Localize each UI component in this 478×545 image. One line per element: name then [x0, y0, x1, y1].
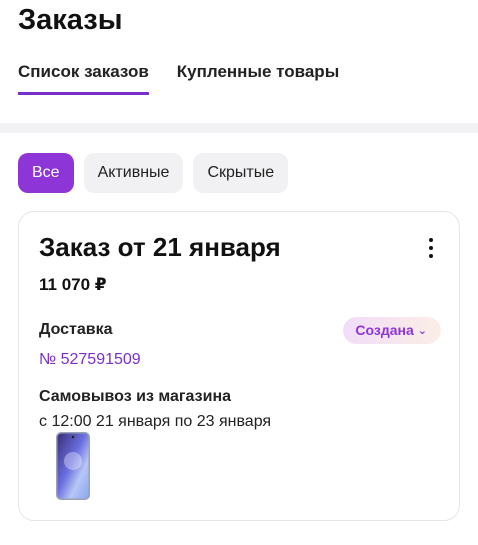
- filter-chip-hidden[interactable]: Скрытые: [193, 153, 289, 193]
- status-badge[interactable]: Создана ⌄: [343, 317, 441, 344]
- more-options-icon[interactable]: [425, 238, 437, 260]
- chevron-down-icon: ⌄: [417, 325, 427, 337]
- order-number-link[interactable]: № 527591509: [39, 351, 141, 369]
- page-title: Заказы: [18, 4, 123, 36]
- smartphone-icon[interactable]: [55, 431, 91, 501]
- tab-order-list[interactable]: Список заказов: [18, 62, 149, 95]
- tabs: Список заказов Купленные товары: [18, 62, 339, 95]
- content-area: Все Активные Скрытые Заказ от 21 января …: [0, 123, 478, 545]
- pickup-label: Самовывоз из магазина: [39, 388, 231, 405]
- pickup-time: с 12:00 21 января по 23 января: [39, 413, 272, 430]
- filter-chips: Все Активные Скрытые: [18, 153, 298, 193]
- orders-panel: Все Активные Скрытые Заказ от 21 января …: [0, 133, 478, 545]
- delivery-label: Доставка: [39, 321, 113, 338]
- filter-chip-active[interactable]: Активные: [83, 153, 184, 193]
- order-price: 11 070 ₽: [39, 275, 107, 294]
- status-label: Создана: [355, 322, 414, 338]
- divider-band: [0, 123, 478, 133]
- page-header: Заказы Список заказов Купленные товары: [0, 0, 478, 123]
- tab-purchased-items[interactable]: Купленные товары: [177, 62, 339, 95]
- order-title: Заказ от 21 января: [39, 232, 281, 262]
- filter-chip-all[interactable]: Все: [18, 153, 74, 193]
- order-card[interactable]: Заказ от 21 января 11 070 ₽ Доставка Соз…: [18, 211, 460, 521]
